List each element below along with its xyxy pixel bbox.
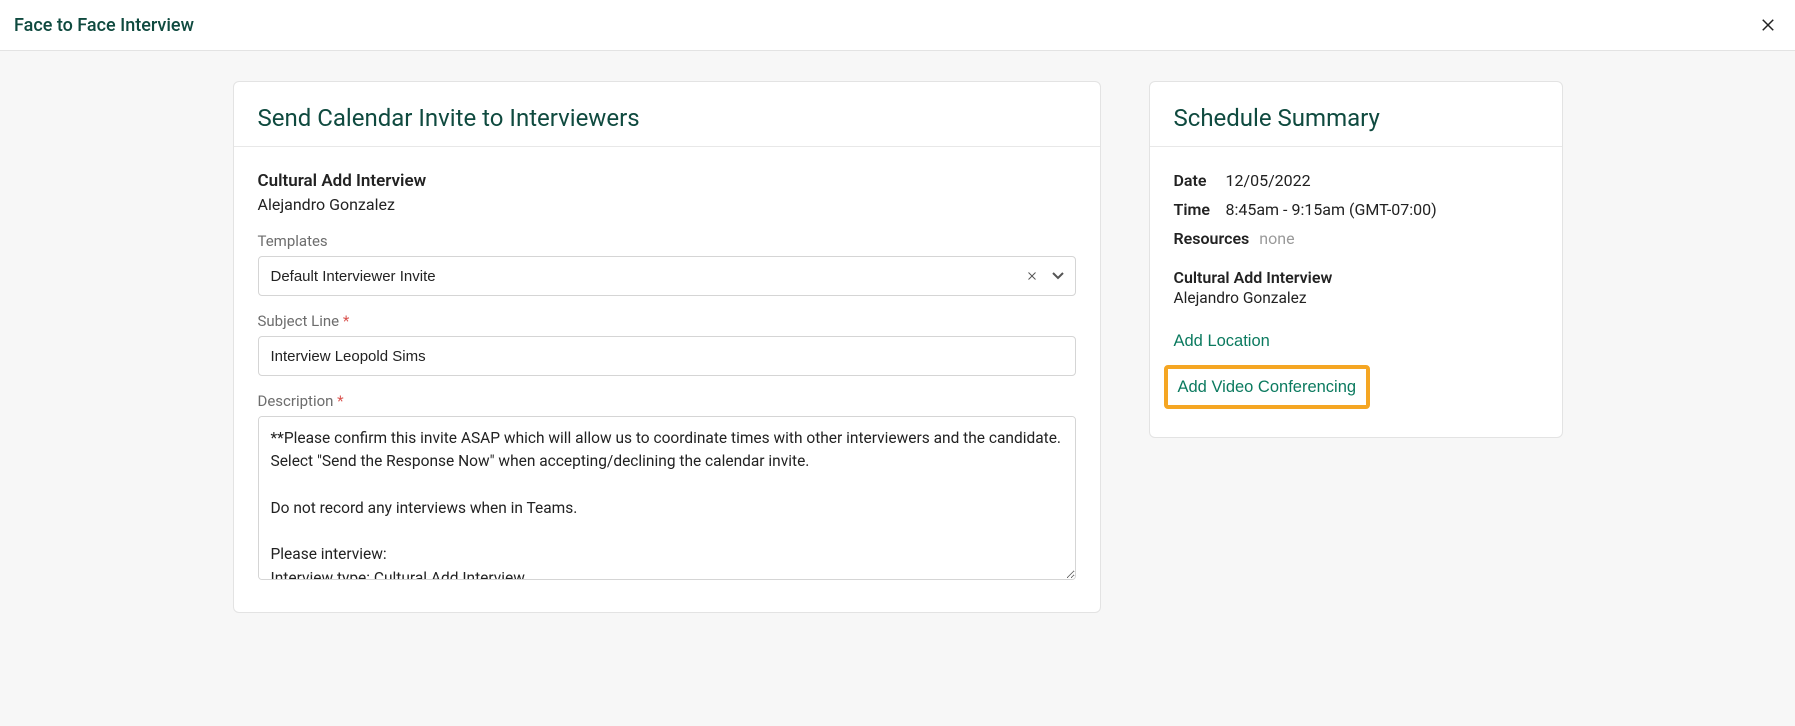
close-icon [1759, 16, 1777, 34]
templates-label: Templates [258, 232, 1076, 250]
summary-interviewer: Alejandro Gonzalez [1174, 289, 1538, 307]
subject-label: Subject Line * [258, 312, 1076, 330]
summary-interview-block: Cultural Add Interview Alejandro Gonzale… [1174, 268, 1538, 307]
templates-select-actions [1022, 256, 1068, 296]
required-indicator: * [343, 312, 349, 330]
summary-time-row: Time 8:45am - 9:15am (GMT-07:00) [1174, 200, 1538, 219]
x-icon [1026, 270, 1038, 282]
subject-input[interactable] [258, 336, 1076, 376]
send-invite-card: Send Calendar Invite to Interviewers Cul… [233, 81, 1101, 613]
close-button[interactable] [1755, 12, 1781, 38]
send-invite-card-header: Send Calendar Invite to Interviewers [234, 82, 1100, 147]
schedule-summary-title: Schedule Summary [1174, 104, 1538, 132]
summary-time-label: Time [1174, 200, 1216, 219]
templates-dropdown-toggle[interactable] [1048, 268, 1068, 284]
modal-header: Face to Face Interview [0, 0, 1795, 51]
templates-select[interactable] [258, 256, 1076, 296]
subject-label-text: Subject Line [258, 312, 340, 330]
add-video-row-highlight: Add Video Conferencing [1164, 365, 1371, 409]
description-label: Description * [258, 392, 1076, 410]
add-location-button[interactable]: Add Location [1174, 332, 1270, 351]
summary-resources-value: none [1259, 229, 1294, 248]
summary-resources-row: Resources none [1174, 229, 1538, 248]
add-video-conferencing-button[interactable]: Add Video Conferencing [1178, 378, 1357, 397]
subject-field: Subject Line * [258, 312, 1076, 376]
summary-date-row: Date 12/05/2022 [1174, 171, 1538, 190]
interviewer-name: Alejandro Gonzalez [258, 195, 1076, 214]
interview-type-heading: Cultural Add Interview [258, 171, 1076, 191]
modal-title: Face to Face Interview [14, 15, 194, 36]
summary-time-value: 8:45am - 9:15am (GMT-07:00) [1226, 200, 1437, 219]
add-location-row: Add Location [1174, 331, 1538, 351]
schedule-summary-card: Schedule Summary Date 12/05/2022 Time 8:… [1149, 81, 1563, 438]
summary-date-value: 12/05/2022 [1226, 171, 1311, 190]
templates-clear-button[interactable] [1022, 266, 1042, 286]
description-field: Description * [258, 392, 1076, 584]
description-label-text: Description [258, 392, 334, 410]
templates-field: Templates [258, 232, 1076, 296]
send-invite-card-title: Send Calendar Invite to Interviewers [258, 104, 1076, 132]
description-textarea[interactable] [258, 416, 1076, 580]
required-indicator: * [337, 392, 343, 410]
modal-body: Send Calendar Invite to Interviewers Cul… [0, 51, 1795, 726]
summary-resources-label: Resources [1174, 229, 1250, 248]
summary-date-label: Date [1174, 171, 1216, 190]
schedule-summary-header: Schedule Summary [1150, 82, 1562, 147]
chevron-down-icon [1052, 272, 1064, 280]
summary-interview-type: Cultural Add Interview [1174, 268, 1538, 287]
